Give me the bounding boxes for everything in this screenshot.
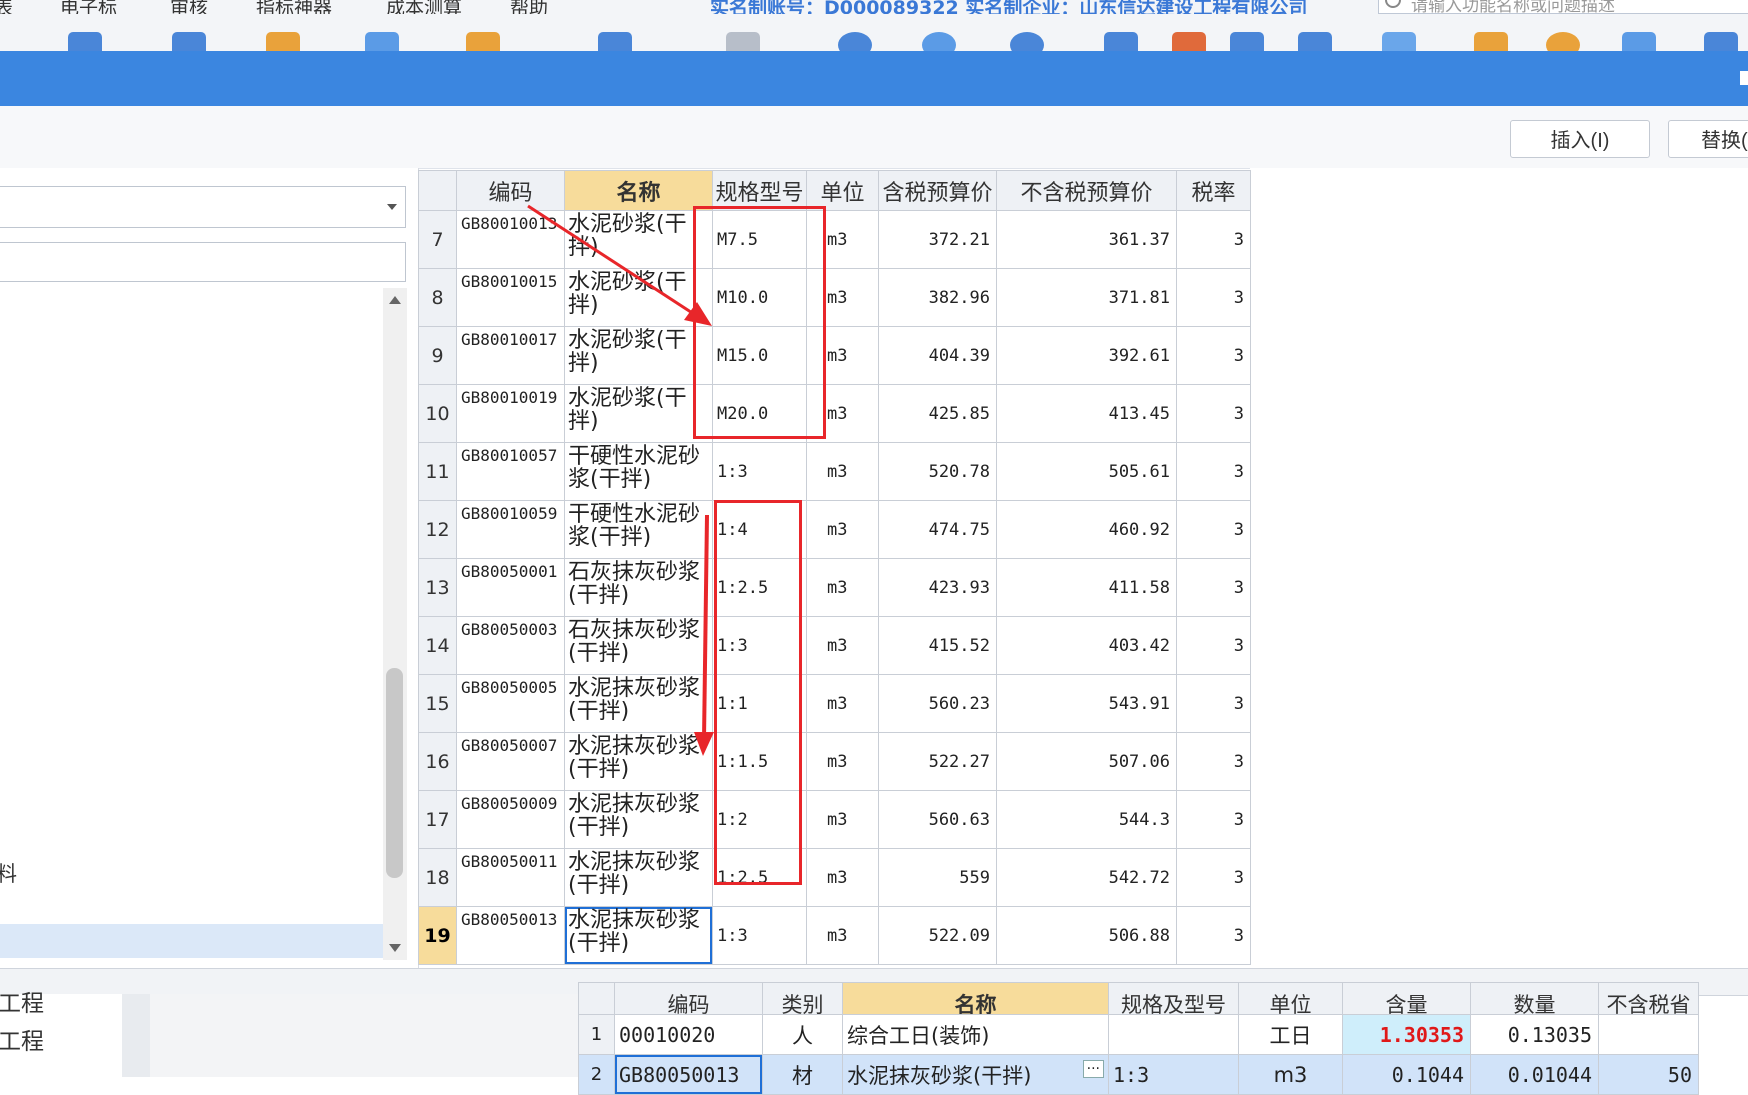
annotation-arrowhead-2 [694, 732, 714, 756]
project-tree-item-2[interactable]: 工程 [0, 1022, 44, 1056]
resource-header-code[interactable]: 编码 [614, 982, 763, 1015]
resource-rownum: 1 [578, 1014, 615, 1055]
annotation-arrowhead-1 [684, 302, 712, 326]
resource-rownum: 2 [578, 1054, 615, 1095]
resource-spec[interactable]: 1:3 [1108, 1054, 1239, 1095]
resource-name[interactable]: 综合工日(装饰) [842, 1014, 1109, 1055]
resource-header-type[interactable]: 类别 [762, 982, 843, 1015]
resource-header-content[interactable]: 含量 [1342, 982, 1471, 1015]
annotation-arrows [527, 204, 714, 756]
resource-name[interactable]: 水泥抹灰砂浆(干拌) ··· [842, 1054, 1109, 1095]
project-tree-scrollbar[interactable] [122, 994, 150, 1077]
project-tree-item-1[interactable]: 工程 [0, 984, 44, 1018]
resource-row[interactable]: 1 00010020 人 综合工日(装饰) 工日 1.30353 0.13035 [578, 1014, 1699, 1055]
resource-qty[interactable]: 0.01044 [1470, 1054, 1599, 1095]
resource-code[interactable]: GB80050013 [614, 1054, 763, 1095]
resource-unit[interactable]: m3 [1238, 1054, 1343, 1095]
resource-row-selected[interactable]: 2 GB80050013 材 水泥抹灰砂浆(干拌) ··· 1:3 m3 0.1… [578, 1054, 1699, 1095]
resource-table: 编码 类别 名称 规格及型号 单位 含量 数量 不含税省 1 00010020 … [578, 982, 1699, 1095]
annotation-arrow-line-1 [527, 204, 701, 320]
resource-content[interactable]: 0.1044 [1342, 1054, 1471, 1095]
resource-unit[interactable]: 工日 [1238, 1014, 1343, 1055]
resource-type[interactable]: 材 [762, 1054, 843, 1095]
resource-header-qty[interactable]: 数量 [1470, 982, 1599, 1015]
resource-header-spec[interactable]: 规格及型号 [1108, 982, 1239, 1015]
resource-header-name[interactable]: 名称 [842, 982, 1109, 1015]
resource-type[interactable]: 人 [762, 1014, 843, 1055]
ellipsis-button[interactable]: ··· [1082, 1059, 1104, 1078]
bottom-empty-area [150, 994, 578, 1077]
resource-spec[interactable] [1108, 1014, 1239, 1055]
annotation-arrow-line-2 [702, 514, 709, 741]
resource-header-unit[interactable]: 单位 [1238, 982, 1343, 1015]
resource-code[interactable]: 00010020 [614, 1014, 763, 1055]
resource-qty[interactable]: 0.13035 [1470, 1014, 1599, 1055]
resource-content[interactable]: 1.30353 [1342, 1014, 1471, 1055]
resource-header-price[interactable]: 不含税省 [1598, 982, 1699, 1015]
resource-header-rownum [578, 982, 615, 1015]
resource-name-text: 水泥抹灰砂浆(干拌) [847, 1063, 1032, 1088]
resource-header-row: 编码 类别 名称 规格及型号 单位 含量 数量 不含税省 [578, 982, 1699, 1015]
resource-price[interactable]: 50 [1598, 1054, 1699, 1095]
resource-price[interactable] [1598, 1014, 1699, 1055]
